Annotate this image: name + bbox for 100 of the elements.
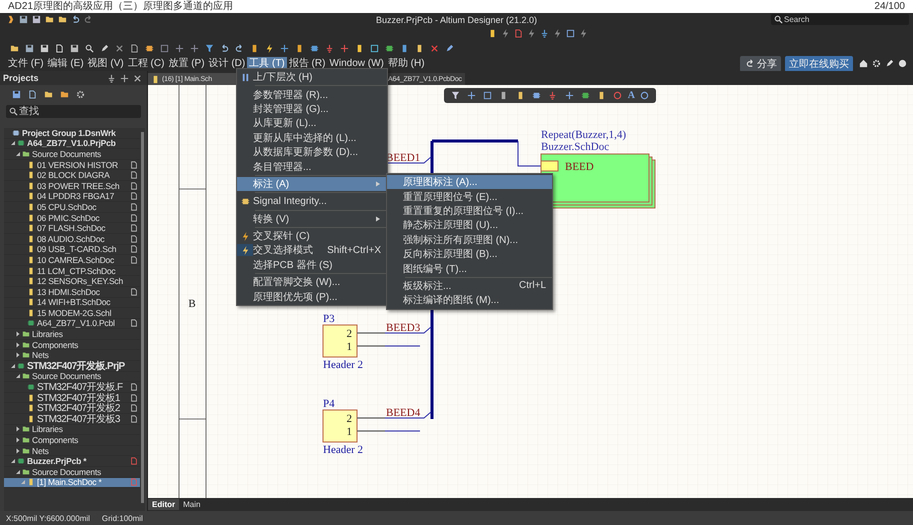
expand-arrow-icon[interactable] — [15, 352, 21, 358]
expand-arrow-icon[interactable] — [15, 426, 21, 432]
expand-arrow-icon[interactable] — [15, 437, 21, 444]
tree-item[interactable]: 07 FLASH.SchDoc — [4, 223, 140, 234]
tree-item[interactable]: 11 LCM_CTP.SchDoc — [4, 266, 140, 276]
collapse-arrow-icon[interactable] — [15, 373, 21, 380]
tree-item[interactable]: 02 BLOCK DIAGRA — [4, 170, 140, 181]
menu-item[interactable]: 文件 (F) — [6, 56, 46, 70]
ground-symbol-icon[interactable] — [548, 91, 558, 100]
tree-item[interactable]: 05 CPU.SchDoc — [4, 202, 140, 213]
bar-icon[interactable] — [499, 91, 508, 100]
chip-icon[interactable] — [385, 44, 394, 52]
tree-item[interactable]: STM32F407开发板1 — [4, 392, 140, 404]
collapse-arrow-icon[interactable] — [10, 458, 16, 464]
menu-item[interactable]: 原理图优先项 (P)... — [237, 289, 387, 304]
close-icon[interactable] — [133, 74, 142, 82]
save-icon[interactable] — [12, 90, 21, 98]
tree-item[interactable]: 13 HDMI.SchDoc — [4, 286, 140, 298]
expand-arrow-icon[interactable] — [15, 342, 21, 348]
menu-item[interactable]: 条目管理器... — [237, 159, 387, 174]
tree-item[interactable]: 09 USB_T-CARD.Sch — [4, 244, 140, 256]
tree-item[interactable]: 04 LPDDR3 FBGA17 — [4, 192, 140, 202]
menu-item[interactable]: 封装管理器 (G)... — [237, 102, 387, 116]
menu-item[interactable]: 交叉选择模式 Shift+Ctrl+X — [237, 243, 387, 258]
menu-item[interactable]: 原理图标注 (A)... — [387, 175, 552, 190]
menu-item[interactable]: 重置重复的原理图位号 (I)... — [387, 204, 552, 218]
folder-icon[interactable] — [10, 44, 19, 52]
tree-item[interactable]: 14 WIFI+BT.SchDoc — [4, 298, 140, 308]
pencil-icon[interactable] — [885, 59, 894, 68]
menu-item[interactable]: 视图 (V) — [86, 56, 126, 70]
tree-item[interactable]: 01 VERSION HISTOR — [4, 160, 140, 170]
collapse-arrow-icon[interactable] — [15, 150, 21, 157]
sheet-symbol[interactable] — [540, 154, 656, 208]
tree-item[interactable]: 08 AUDIO.SchDoc — [4, 234, 140, 245]
menu-item[interactable]: 上/下层次 (H) — [237, 70, 387, 84]
chip-icon[interactable] — [532, 91, 542, 100]
expand-arrow-icon[interactable] — [15, 448, 21, 454]
menu-item[interactable]: 标注 (A) — [237, 176, 387, 192]
user-icon[interactable] — [898, 59, 907, 68]
search-field[interactable]: Search — [771, 14, 909, 25]
plus-icon[interactable] — [175, 44, 184, 52]
lightning-icon[interactable] — [265, 44, 274, 52]
text-tool-icon[interactable]: A — [628, 90, 635, 100]
menu-item[interactable]: 更新从库中选择的 (L)... — [237, 130, 387, 145]
ground-symbol-icon[interactable] — [325, 44, 334, 52]
cross-icon[interactable] — [430, 44, 439, 52]
plus-icon[interactable] — [466, 91, 476, 100]
save-icon[interactable] — [25, 44, 34, 52]
connector-symbol[interactable] — [322, 324, 386, 358]
filter-icon[interactable] — [205, 44, 214, 52]
settings-icon[interactable] — [76, 90, 85, 98]
tree-item[interactable]: STM32F407开发板2 — [4, 403, 140, 414]
scrollbar[interactable] — [141, 132, 144, 503]
square-icon[interactable] — [370, 44, 379, 52]
plus-icon[interactable] — [190, 44, 199, 52]
tree-item[interactable]: Source Documents — [4, 372, 140, 382]
tree-item[interactable]: [1] Main.SchDoc * — [4, 478, 140, 488]
menu-item[interactable]: 配置管脚交换 (W)... — [237, 275, 387, 290]
cross-icon[interactable] — [115, 44, 124, 52]
menu-item[interactable]: 强制标注所有原理图 (N)... — [387, 232, 552, 247]
menu-item[interactable]: 重置原理图位号 (E)... — [387, 189, 552, 204]
tree-item[interactable]: Libraries — [4, 329, 140, 340]
undo-icon[interactable] — [71, 15, 80, 24]
collapse-arrow-icon[interactable] — [10, 362, 16, 369]
menu-item[interactable]: 转换 (V) — [237, 212, 387, 226]
tree-item[interactable]: STM32F407开发板.PrjP — [4, 361, 140, 372]
pencil-icon[interactable] — [100, 44, 109, 52]
menu-item[interactable]: 工程 (C) — [126, 56, 166, 70]
circle-icon[interactable] — [613, 91, 622, 100]
bar-icon[interactable] — [597, 91, 606, 100]
menu-item[interactable]: 参数管理器 (R)... — [237, 87, 387, 102]
menu-item[interactable]: 设计 (D) — [206, 56, 248, 70]
save-icon[interactable] — [70, 44, 79, 52]
tree-item[interactable]: 12 SENSORs_KEY.Sch — [4, 276, 140, 287]
tree-item[interactable]: Libraries — [4, 424, 140, 436]
tree-item[interactable]: A64_ZB77_V1.0.PrjPcb — [4, 138, 140, 150]
save-icon[interactable] — [19, 15, 28, 24]
tree-item[interactable]: 10 CAMREA.SchDoc — [4, 255, 140, 266]
settings-icon[interactable] — [872, 59, 881, 68]
collapse-arrow-icon[interactable] — [10, 140, 16, 146]
bar-icon[interactable] — [400, 44, 409, 52]
menu-item[interactable]: 板级标注... Ctrl+L — [387, 278, 552, 294]
arc-icon[interactable] — [640, 91, 650, 100]
bar-icon[interactable] — [415, 44, 424, 52]
menu-item[interactable]: Signal Integrity... — [237, 194, 387, 209]
tree-item[interactable]: Nets — [4, 350, 140, 362]
menu-item[interactable]: 静态标注原理图 (U)... — [387, 218, 552, 233]
home-icon[interactable] — [859, 59, 868, 68]
connector-symbol[interactable] — [322, 410, 386, 442]
editor-tab[interactable]: Main — [179, 499, 204, 510]
search-icon[interactable] — [85, 44, 94, 52]
bar-icon[interactable] — [516, 91, 525, 100]
chip-icon[interactable] — [145, 44, 154, 52]
menu-item[interactable]: 报告 (R) — [286, 56, 328, 70]
editor-tab[interactable]: Editor — [148, 499, 180, 510]
tree-item[interactable]: Buzzer.PrjPcb * — [4, 456, 140, 467]
tree-item[interactable]: Project Group 1.DsnWrk — [4, 128, 140, 139]
search-field[interactable]: 查找 — [6, 105, 141, 118]
pencil-icon[interactable] — [445, 44, 454, 52]
menu-item[interactable]: 交叉探针 (C) — [237, 228, 387, 244]
